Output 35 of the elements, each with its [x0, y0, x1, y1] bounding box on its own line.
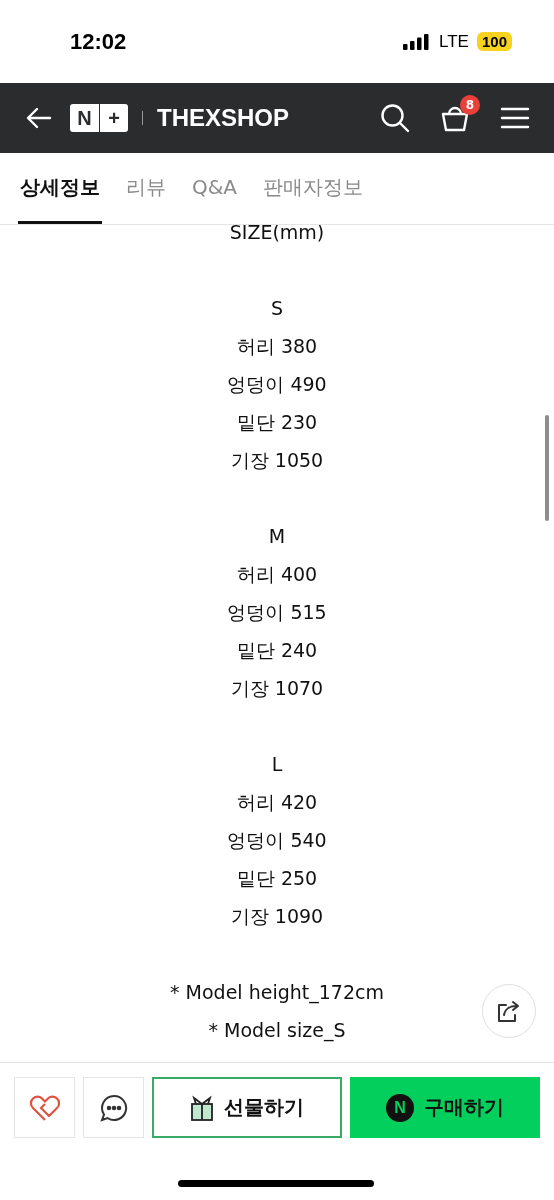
measurement-text: 허리 400 [236, 562, 318, 587]
measurement-text: 허리 420 [236, 790, 318, 815]
gift-icon [190, 1093, 214, 1122]
measurement-text: 엉덩이 490 [227, 372, 327, 397]
measurement-text: 밑단 240 [236, 638, 318, 663]
signal-icon [403, 33, 432, 50]
buy-button[interactable]: N 구매하기 [350, 1077, 540, 1138]
logo[interactable]: N + [70, 104, 128, 132]
measurement-text: 기장 1090 [230, 904, 324, 929]
search-button[interactable] [378, 101, 412, 135]
measurement-text: 밑단 230 [236, 410, 318, 435]
measurement-text: 엉덩이 515 [227, 600, 327, 625]
chat-icon [98, 1092, 129, 1123]
measurement-text: 기장 1070 [230, 676, 324, 701]
chat-button[interactable] [83, 1077, 144, 1138]
size-label: L [271, 752, 283, 777]
size-label: S [270, 296, 284, 321]
model-note: * Model size_S [208, 1018, 346, 1044]
size-label: M [268, 524, 286, 549]
share-button[interactable] [482, 984, 536, 1038]
wishlist-button[interactable] [14, 1077, 75, 1138]
model-note: * Model height_172cm [170, 980, 384, 1006]
naver-pay-icon: N [386, 1093, 414, 1122]
status-time: 12:02 [70, 28, 127, 55]
brand-name[interactable]: THEXSHOP [157, 104, 364, 132]
battery-indicator: 100 [476, 32, 512, 51]
cart-count-badge: 8 [460, 95, 480, 115]
gift-button[interactable]: 선물하기 [152, 1077, 342, 1138]
network-label: LTE [439, 31, 469, 52]
measurement-text: 엉덩이 540 [227, 828, 327, 853]
measurement-text: 허리 380 [236, 334, 318, 359]
share-icon [496, 999, 522, 1023]
measurement-text: 밑단 250 [236, 866, 318, 891]
tab[interactable]: 상세정보 [18, 153, 102, 224]
measurement-text: 기장 1050 [230, 448, 324, 473]
